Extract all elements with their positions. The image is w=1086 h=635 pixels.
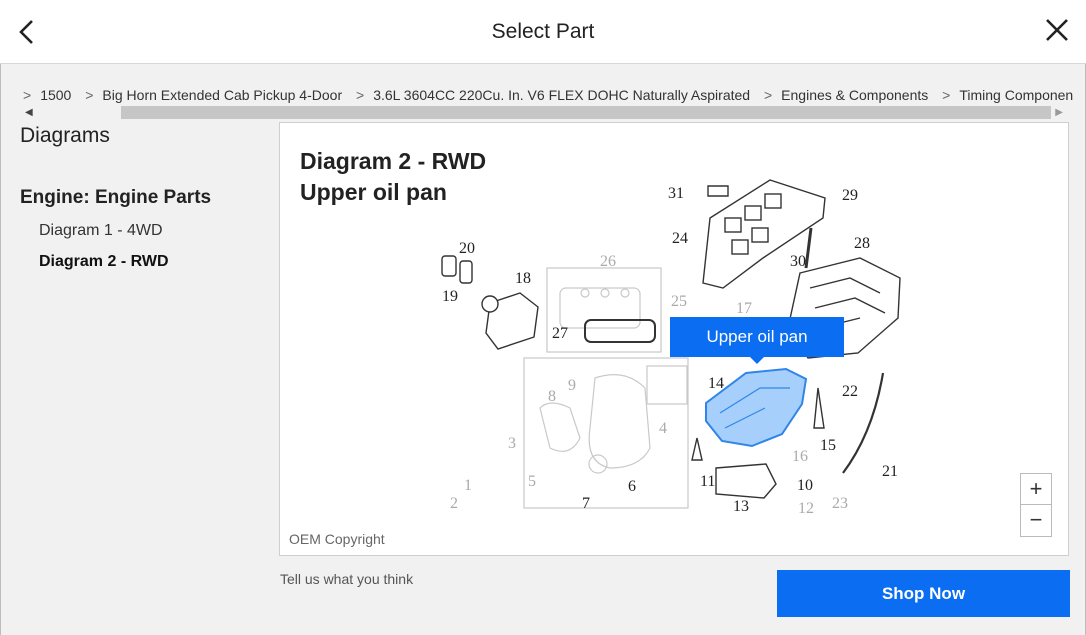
svg-text:30: 30 [790,253,806,270]
svg-text:18: 18 [515,270,531,287]
svg-text:24: 24 [672,230,688,247]
breadcrumb-label[interactable]: Engines & Components [781,87,928,103]
sidebar-item-diagram-2[interactable]: Diagram 2 - RWD [39,253,169,271]
svg-text:15: 15 [820,437,836,454]
breadcrumb-item[interactable]: > Timing Components [942,87,1073,103]
feedback-link[interactable]: Tell us what you think [280,571,413,587]
svg-text:7: 7 [582,495,590,512]
svg-text:20: 20 [459,240,475,257]
svg-text:8: 8 [548,388,556,405]
svg-text:26: 26 [600,253,616,270]
top-bar: Select Part [0,0,1086,64]
svg-text:4: 4 [659,420,667,437]
svg-text:10: 10 [797,477,813,494]
svg-text:17: 17 [736,300,752,317]
zoom-control: + − [1020,473,1052,537]
zoom-in-button[interactable]: + [1021,474,1051,505]
sensor-part [813,387,825,429]
page-title: Select Part [491,20,595,43]
dipstick-tube-part [804,227,813,269]
tooltip-upper-oil-pan: Upper oil pan [670,317,844,357]
svg-text:5: 5 [528,473,536,490]
copyright-text: OEM Copyright [289,531,385,547]
svg-text:28: 28 [854,235,870,252]
sidebar-item-diagram-1[interactable]: Diagram 1 - 4WD [39,222,163,240]
svg-text:22: 22 [842,383,858,400]
content-area: >1500 > Big Horn Extended Cab Pickup 4-Do… [0,64,1086,635]
svg-text:21: 21 [882,463,898,480]
svg-text:29: 29 [842,187,858,204]
breadcrumb-separator: > [763,87,773,103]
sidebar-heading: Diagrams [20,124,110,147]
sidebar-group-title: Engine: Engine Parts [20,187,212,208]
close-icon[interactable] [1042,15,1072,45]
breadcrumb-scrollbar[interactable]: ◀ ▶ [21,105,1067,120]
svg-text:2: 2 [450,495,458,512]
svg-text:12: 12 [798,500,814,517]
gasket-part [584,319,656,343]
breadcrumb-separator: > [23,87,32,103]
diagram-panel: Diagram 2 - RWD Upper oil pan 1 2 3 4 5 … [279,122,1069,556]
svg-text:14: 14 [708,375,724,392]
svg-text:9: 9 [568,377,576,394]
breadcrumb-label[interactable]: 3.6L 3604CC 220Cu. In. V6 FLEX DOHC Natu… [373,87,750,103]
scroll-left-icon[interactable]: ◀ [25,107,33,118]
breadcrumb-separator: > [356,87,365,103]
sensor-part [691,437,703,461]
svg-text:27: 27 [552,325,568,342]
diagram-title-line-1: Diagram 2 - RWD [300,148,487,174]
breadcrumb-label[interactable]: Big Horn Extended Cab Pickup 4-Door [102,87,342,103]
breadcrumb-separator: > [85,87,94,103]
scrollbar-thumb[interactable] [121,106,1051,119]
svg-text:23: 23 [832,495,848,512]
shop-now-button[interactable]: Shop Now [777,570,1070,617]
scroll-right-icon[interactable]: ▶ [1055,107,1063,118]
svg-text:31: 31 [668,185,684,202]
lower-oil-pan-part [715,463,777,499]
svg-text:25: 25 [671,293,687,310]
breadcrumb-separator: > [942,87,951,103]
svg-text:11: 11 [700,473,715,490]
breadcrumb-item[interactable]: >1500 [23,87,81,103]
breadcrumb-label[interactable]: 1500 [40,87,71,103]
svg-text:19: 19 [442,288,458,305]
tooltip-arrow-icon [750,357,764,364]
zoom-out-button[interactable]: − [1021,505,1051,536]
svg-text:1: 1 [464,477,472,494]
breadcrumb-item[interactable]: >3.6L 3604CC 220Cu. In. V6 FLEX DOHC Nat… [356,87,760,103]
svg-text:13: 13 [733,498,749,515]
breadcrumb-item[interactable]: > Big Horn Extended Cab Pickup 4-Door [85,87,352,103]
breadcrumb-label[interactable]: Timing Components [959,87,1073,103]
svg-text:6: 6 [628,478,636,495]
svg-text:16: 16 [792,448,808,465]
svg-text:3: 3 [508,435,516,452]
breadcrumb: >1500 > Big Horn Extended Cab Pickup 4-Do… [23,87,1073,103]
breadcrumb-item[interactable]: > Engines & Components [764,87,938,103]
